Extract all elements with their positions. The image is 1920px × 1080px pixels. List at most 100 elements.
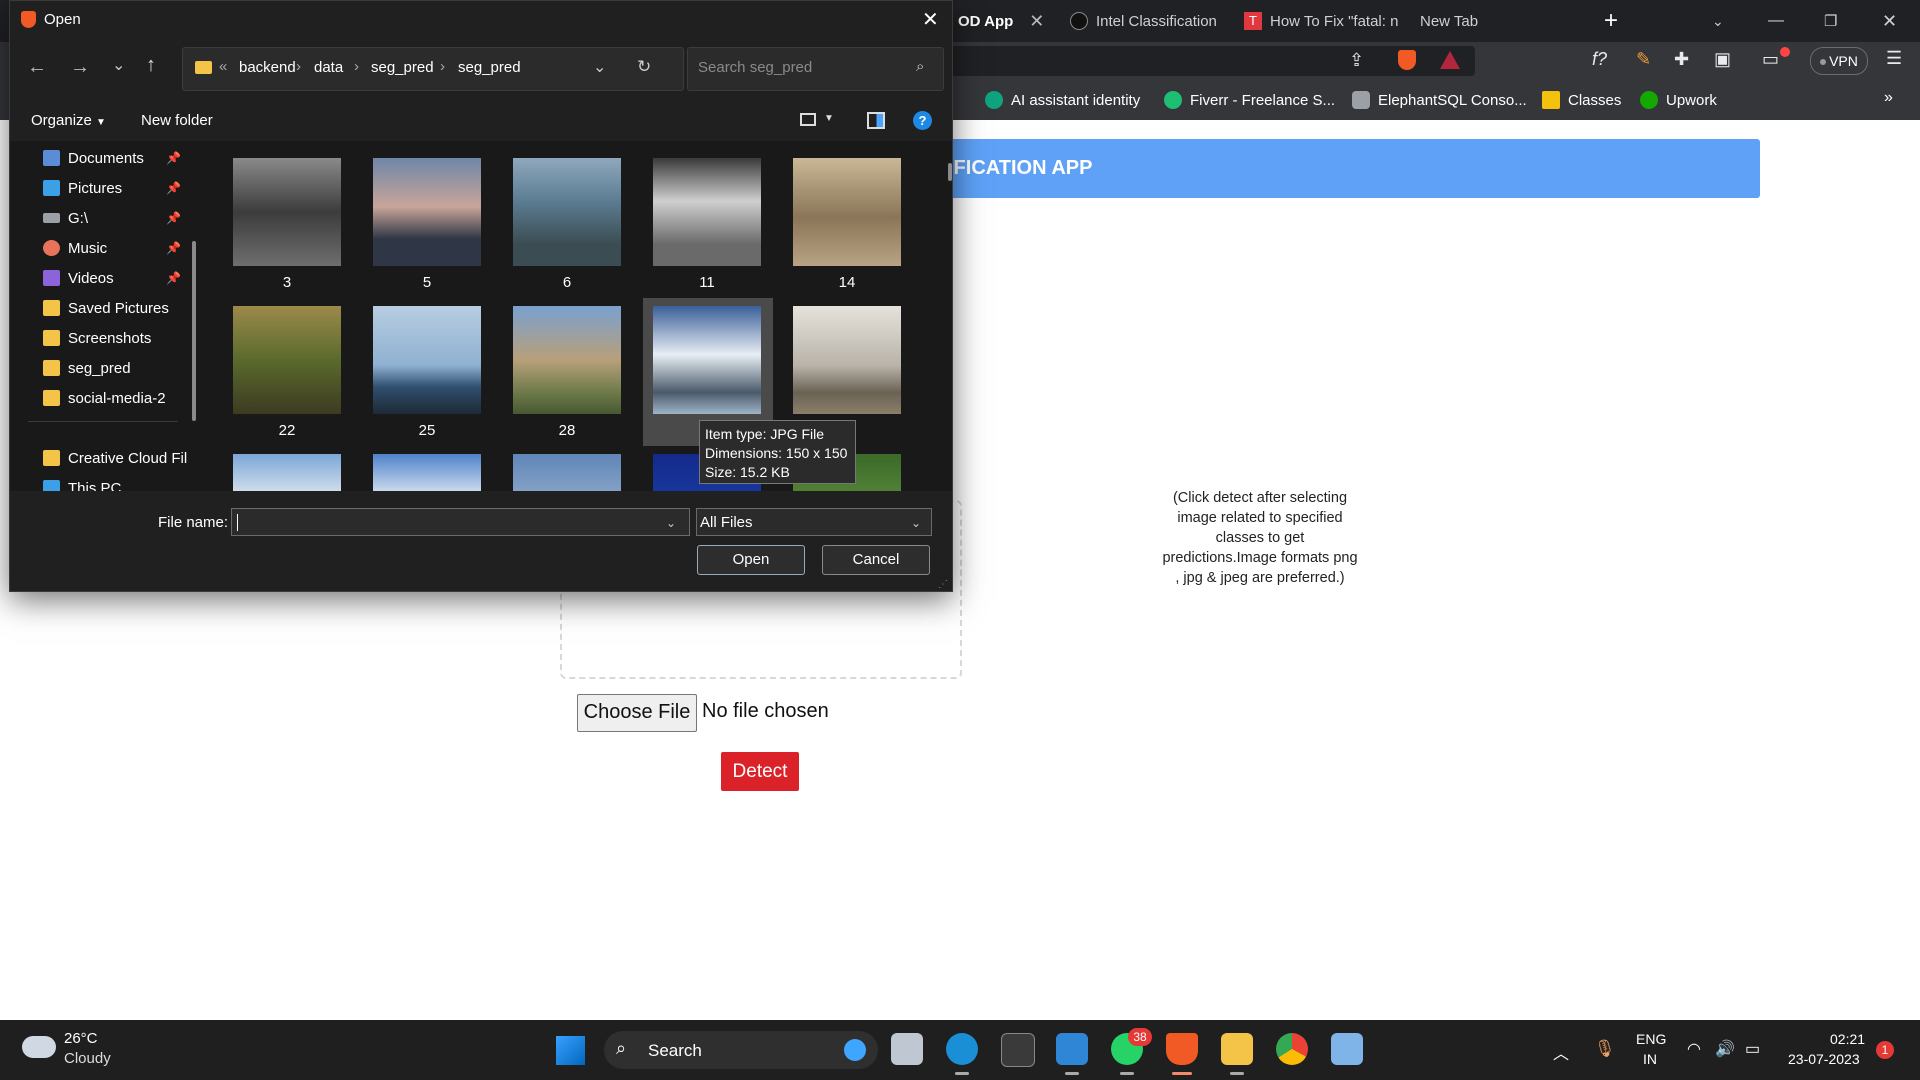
edge-icon[interactable] [946,1033,978,1065]
file-thumbnail[interactable] [233,454,341,491]
taskbar-search[interactable]: ⌕ Search [604,1031,878,1069]
chrome-icon[interactable] [1276,1033,1308,1065]
wifi-icon[interactable]: ◠ [1687,1039,1701,1059]
more-bookmarks-icon[interactable]: » [1884,89,1893,107]
volume-icon[interactable]: 🔊 [1715,1039,1735,1059]
photos-icon[interactable] [1331,1033,1363,1065]
new-folder-button[interactable]: New folder [141,112,213,129]
vpn-button[interactable]: VPN [1810,47,1868,75]
address-bar[interactable] [940,46,1475,76]
file-thumbnail[interactable] [373,454,481,491]
dialog-close-icon[interactable]: ✕ [922,7,939,32]
menu-icon[interactable]: ☰ [1886,48,1902,69]
hidden-icons-chevron-icon[interactable]: ︿ [1553,1040,1569,1064]
resize-grip-icon[interactable]: ⋰ [938,579,948,590]
open-button[interactable]: Open [697,545,805,575]
file-type-select[interactable]: All Files ⌄ [696,508,932,536]
battery-icon[interactable]: ▭ [1745,1039,1760,1059]
nav-item-documents[interactable]: Documents [43,145,144,171]
tab-search-icon[interactable]: ⌄ [1712,6,1724,36]
address-dropdown-chevron-icon[interactable]: ⌄ [593,57,606,77]
clock-date[interactable]: 23-07-2023 [1788,1051,1860,1067]
detect-button[interactable]: Detect [721,752,799,791]
nav-item-videos[interactable]: Videos [43,265,114,291]
back-arrow-icon[interactable]: ← [27,56,47,79]
file-name-field[interactable]: ⌄ [231,508,690,536]
nav-item-social-media-2[interactable]: social-media-2 [43,385,166,411]
file-thumbnail[interactable] [653,158,761,266]
tab-how-to-fix[interactable]: T How To Fix "fatal: n [1244,6,1414,36]
file-thumbnail[interactable] [233,158,341,266]
pen-extension-icon[interactable]: ✎ [1636,49,1651,70]
sidebar-icon[interactable]: ▣ [1714,49,1731,70]
help-icon[interactable]: ? [913,111,932,130]
nav-item-seg-pred[interactable]: seg_pred [43,355,131,381]
pin-icon[interactable]: 📌 [166,241,181,255]
change-view-icon[interactable] [800,113,816,126]
file-list-scrollbar[interactable] [948,163,952,181]
file-thumbnail[interactable] [513,306,621,414]
breadcrumb-seg-pred-current[interactable]: seg_pred [458,59,521,76]
notification-badge[interactable]: 1 [1876,1041,1894,1059]
file-thumbnail[interactable] [793,158,901,266]
choose-file-button[interactable]: Choose File [577,694,697,732]
task-view-icon[interactable] [891,1033,923,1065]
nav-item-creative-cloud[interactable]: Creative Cloud Fil [43,445,187,471]
window-close-icon[interactable]: ✕ [1882,6,1897,36]
vscode-icon[interactable] [1056,1033,1088,1065]
language-top[interactable]: ENG [1636,1031,1666,1047]
pin-icon[interactable]: 📌 [166,211,181,225]
file-thumbnail[interactable] [373,306,481,414]
brave-rewards-icon[interactable] [1440,51,1460,69]
view-options-chevron-icon[interactable]: ▼ [824,113,834,124]
nav-item-screenshots[interactable]: Screenshots [43,325,151,351]
restore-icon[interactable]: ❐ [1824,6,1837,36]
nav-item-music[interactable]: Music [43,235,107,261]
tab-intel-classification[interactable]: Intel Classification [1070,6,1240,36]
tab-od-app[interactable]: OD App ✕ [958,6,1058,36]
breadcrumb[interactable]: « backend › data › seg_pred › seg_pred ⌄… [182,47,684,91]
pin-icon[interactable]: 📌 [166,181,181,195]
search-input[interactable]: Search seg_pred ⌕ [687,47,944,91]
file-thumbnail[interactable] [373,158,481,266]
forward-arrow-icon[interactable]: → [70,56,90,79]
minimize-icon[interactable]: — [1768,6,1784,36]
breadcrumb-data[interactable]: data [314,59,343,76]
file-thumbnail[interactable] [793,306,901,414]
file-explorer-icon[interactable] [1221,1033,1253,1065]
file-thumbnail[interactable] [233,306,341,414]
tab-new-tab[interactable]: New Tab [1420,6,1540,36]
bookmark-ai-assistant[interactable]: AI assistant identity [985,91,1140,109]
language-bottom[interactable]: IN [1643,1051,1657,1067]
close-tab-icon[interactable]: ✕ [1029,11,1044,32]
recent-locations-chevron-icon[interactable]: ⌄ [112,55,125,75]
wallet-icon[interactable]: ▭ [1762,49,1779,70]
share-icon[interactable]: ⇪ [1349,50,1364,71]
nav-item-this-pc[interactable]: This PC [43,475,121,491]
bookmark-elephantsql[interactable]: ElephantSQL Conso... [1352,91,1527,109]
file-thumbnail[interactable] [513,158,621,266]
bookmark-fiverr[interactable]: Fiverr - Freelance S... [1164,91,1335,109]
nav-item-saved-pictures[interactable]: Saved Pictures [43,295,169,321]
nav-item-pictures[interactable]: Pictures [43,175,122,201]
file-thumbnail[interactable] [513,454,621,491]
formula-extension-icon[interactable]: f? [1592,49,1607,70]
terminal-icon[interactable] [1001,1033,1035,1067]
preview-pane-icon[interactable] [867,112,885,129]
brave-icon[interactable] [1166,1033,1198,1065]
file-thumbnail-selected[interactable] [653,306,761,414]
breadcrumb-seg-pred[interactable]: seg_pred [371,59,434,76]
organize-button[interactable]: Organize ▼ [31,112,106,129]
up-arrow-icon[interactable]: ↑ [146,54,156,77]
pin-icon[interactable]: 📌 [166,151,181,165]
refresh-icon[interactable]: ↻ [637,57,651,77]
bookmark-classes[interactable]: Classes [1542,91,1621,109]
windows-start-icon[interactable] [556,1036,585,1065]
overflow-chevron-icon[interactable]: « [219,58,227,75]
clock-time[interactable]: 02:21 [1830,1031,1865,1047]
nav-scrollbar[interactable] [192,241,196,421]
new-tab-button[interactable]: + [1604,6,1618,36]
microphone-icon[interactable]: 🎙 [1594,1039,1616,1059]
bookmark-upwork[interactable]: Upwork [1640,91,1717,109]
extensions-icon[interactable]: ✚ [1674,49,1689,70]
